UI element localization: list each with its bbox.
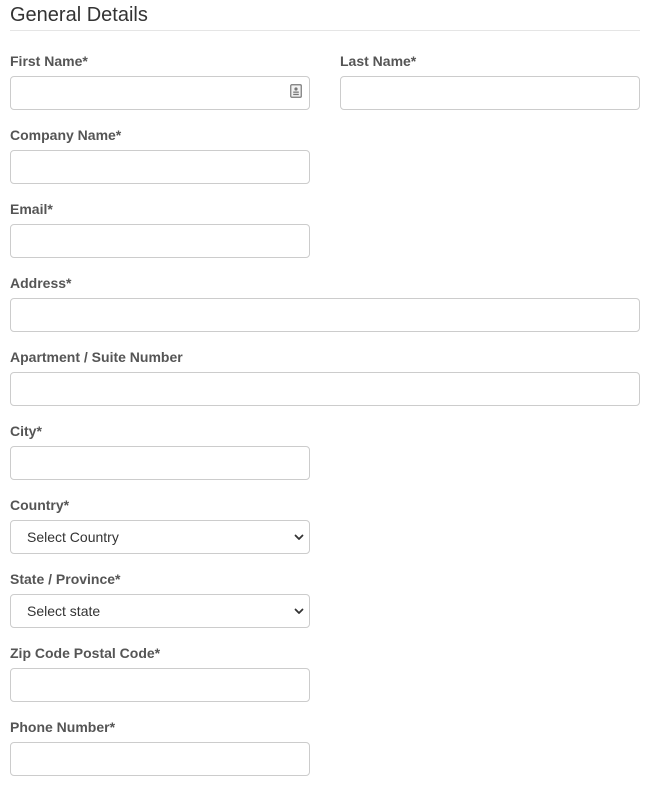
address-input[interactable] xyxy=(10,298,640,332)
state-label: State / Province* xyxy=(10,571,121,587)
section-divider xyxy=(10,30,640,31)
apartment-input[interactable] xyxy=(10,372,640,406)
contact-autofill-icon[interactable] xyxy=(290,84,302,98)
zip-code-input[interactable] xyxy=(10,668,310,702)
apartment-label: Apartment / Suite Number xyxy=(10,349,183,365)
chevron-down-icon xyxy=(294,608,304,614)
section-title: General Details xyxy=(10,4,148,26)
city-input[interactable] xyxy=(10,446,310,480)
company-name-input[interactable] xyxy=(10,150,310,184)
zip-code-label: Zip Code Postal Code* xyxy=(10,645,161,661)
chevron-down-icon xyxy=(294,534,304,540)
first-name-label: First Name* xyxy=(10,53,88,69)
state-selected-value: Select state xyxy=(27,603,101,619)
last-name-label: Last Name* xyxy=(340,53,417,69)
phone-number-label: Phone Number* xyxy=(10,719,116,735)
country-selected-value: Select Country xyxy=(27,529,119,545)
city-label: City* xyxy=(10,423,42,439)
first-name-input[interactable] xyxy=(10,76,310,110)
phone-number-input[interactable] xyxy=(10,742,310,776)
address-label: Address* xyxy=(10,275,72,291)
company-name-label: Company Name* xyxy=(10,127,122,143)
last-name-input[interactable] xyxy=(340,76,640,110)
country-label: Country* xyxy=(10,497,70,513)
email-label: Email* xyxy=(10,201,53,217)
state-select[interactable]: Select state xyxy=(10,594,310,628)
first-name-wrapper xyxy=(10,76,310,110)
email-input[interactable] xyxy=(10,224,310,258)
country-select[interactable]: Select Country xyxy=(10,520,310,554)
